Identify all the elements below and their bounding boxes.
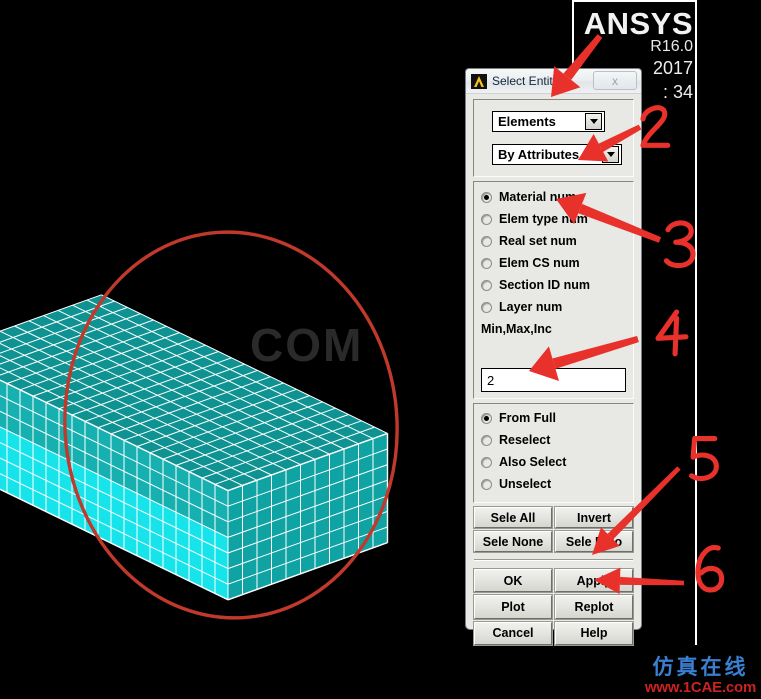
- radio-unselected-icon[interactable]: [481, 478, 492, 490]
- attribute-option-label: Elem type num: [499, 212, 588, 226]
- action-button-plot[interactable]: Plot: [474, 595, 552, 619]
- selection-mode-option-1[interactable]: Reselect: [474, 429, 633, 451]
- viewport-date-label: 2017: [652, 58, 693, 78]
- selection-mode-option-2[interactable]: Also Select: [474, 451, 633, 473]
- site-watermark-cn: 仿真在线: [652, 655, 749, 679]
- chevron-down-icon[interactable]: [602, 146, 619, 163]
- range-input[interactable]: 2: [481, 368, 626, 392]
- entity-type-dropdown[interactable]: Elements: [492, 111, 605, 132]
- entity-type-value: Elements: [498, 114, 556, 129]
- radio-selected-icon[interactable]: [481, 412, 492, 424]
- radio-unselected-icon[interactable]: [481, 434, 492, 446]
- select-button-sele-none[interactable]: Sele None: [474, 531, 552, 552]
- graphics-viewport[interactable]: [0, 0, 761, 699]
- select-button-sele-all[interactable]: Sele All: [474, 507, 552, 528]
- select-button-invert[interactable]: Invert: [555, 507, 633, 528]
- attribute-option-label: Elem CS num: [499, 256, 580, 270]
- selection-mode-option-label: From Full: [499, 411, 556, 425]
- ansys-revision-label: R16.0: [650, 38, 693, 55]
- radio-unselected-icon[interactable]: [481, 213, 492, 225]
- entity-selector-group: Elements By Attributes: [473, 99, 634, 177]
- select-button-sele-belo[interactable]: Sele Belo: [555, 531, 633, 552]
- viewport-frame-vertical-line: [695, 0, 697, 645]
- radio-unselected-icon[interactable]: [481, 301, 492, 313]
- selection-mode-option-3[interactable]: Unselect: [474, 473, 633, 495]
- viewport-frame-top-line: [572, 0, 696, 2]
- selection-criteria-dropdown[interactable]: By Attributes: [492, 144, 622, 165]
- dialog-action-buttons[interactable]: OK Apply Plot Replot Cancel Help: [474, 569, 633, 645]
- attribute-option-2[interactable]: Real set num: [474, 230, 633, 252]
- chevron-down-icon[interactable]: [585, 113, 602, 130]
- radio-selected-icon[interactable]: [481, 191, 492, 203]
- site-watermark: 仿真在线 www.1CAE.com: [640, 655, 761, 699]
- attribute-option-4[interactable]: Section ID num: [474, 274, 633, 296]
- viewport-frame-left-line: [572, 0, 574, 66]
- ansys-application-window: COM ANSYS R16.0 2017 : 34 Select Entitie…: [0, 0, 761, 699]
- dialog-body: Elements By Attributes Material num Elem …: [470, 97, 637, 645]
- selection-mode-option-label: Also Select: [499, 455, 567, 469]
- attribute-radio-list[interactable]: Material num Elem type num Real set num Ele…: [474, 182, 633, 318]
- selection-mode-radio-list[interactable]: From Full Reselect Also Select Unselect: [474, 404, 633, 495]
- site-watermark-url: www.1CAE.com: [644, 679, 757, 696]
- action-button-cancel[interactable]: Cancel: [474, 621, 552, 645]
- radio-unselected-icon[interactable]: [481, 279, 492, 291]
- radio-unselected-icon[interactable]: [481, 456, 492, 468]
- selection-mode-group: From Full Reselect Also Select Unselect: [473, 403, 634, 503]
- attribute-option-label: Layer num: [499, 300, 563, 314]
- attribute-option-label: Real set num: [499, 234, 577, 248]
- finite-element-mesh: [0, 294, 389, 601]
- dialog-titlebar[interactable]: Select Entities x: [466, 69, 641, 94]
- attribute-option-5[interactable]: Layer num: [474, 296, 633, 318]
- radio-unselected-icon[interactable]: [481, 257, 492, 269]
- attribute-option-label: Material num: [499, 190, 577, 204]
- action-button-help[interactable]: Help: [555, 621, 633, 645]
- center-watermark-text: COM: [250, 319, 364, 371]
- close-icon[interactable]: x: [593, 71, 637, 90]
- action-button-apply[interactable]: Apply: [555, 569, 633, 593]
- button-separator: [474, 559, 633, 561]
- action-button-replot[interactable]: Replot: [555, 595, 633, 619]
- ansys-a-logo-icon: [471, 73, 487, 89]
- attribute-option-1[interactable]: Elem type num: [474, 208, 633, 230]
- action-button-ok[interactable]: OK: [474, 569, 552, 593]
- attribute-options-group: Material num Elem type num Real set num Ele…: [473, 181, 634, 399]
- ansys-brand-label: ANSYS: [583, 6, 693, 41]
- select-entities-dialog[interactable]: Select Entities x Elements By Attributes…: [465, 68, 642, 645]
- selection-mode-option-label: Reselect: [499, 433, 551, 447]
- selection-criteria-value: By Attributes: [498, 147, 580, 162]
- radio-unselected-icon[interactable]: [481, 235, 492, 247]
- selection-mode-option-0[interactable]: From Full: [474, 407, 633, 429]
- range-caption: Min,Max,Inc: [481, 322, 552, 336]
- selection-mode-option-label: Unselect: [499, 477, 552, 491]
- dialog-title: Select Entities: [492, 74, 569, 88]
- selection-helper-buttons[interactable]: Sele All Invert Sele None Sele Belo: [474, 507, 633, 552]
- attribute-option-3[interactable]: Elem CS num: [474, 252, 633, 274]
- viewport-time-label: : 34: [662, 82, 693, 102]
- attribute-option-label: Section ID num: [499, 278, 590, 292]
- attribute-option-0[interactable]: Material num: [474, 186, 633, 208]
